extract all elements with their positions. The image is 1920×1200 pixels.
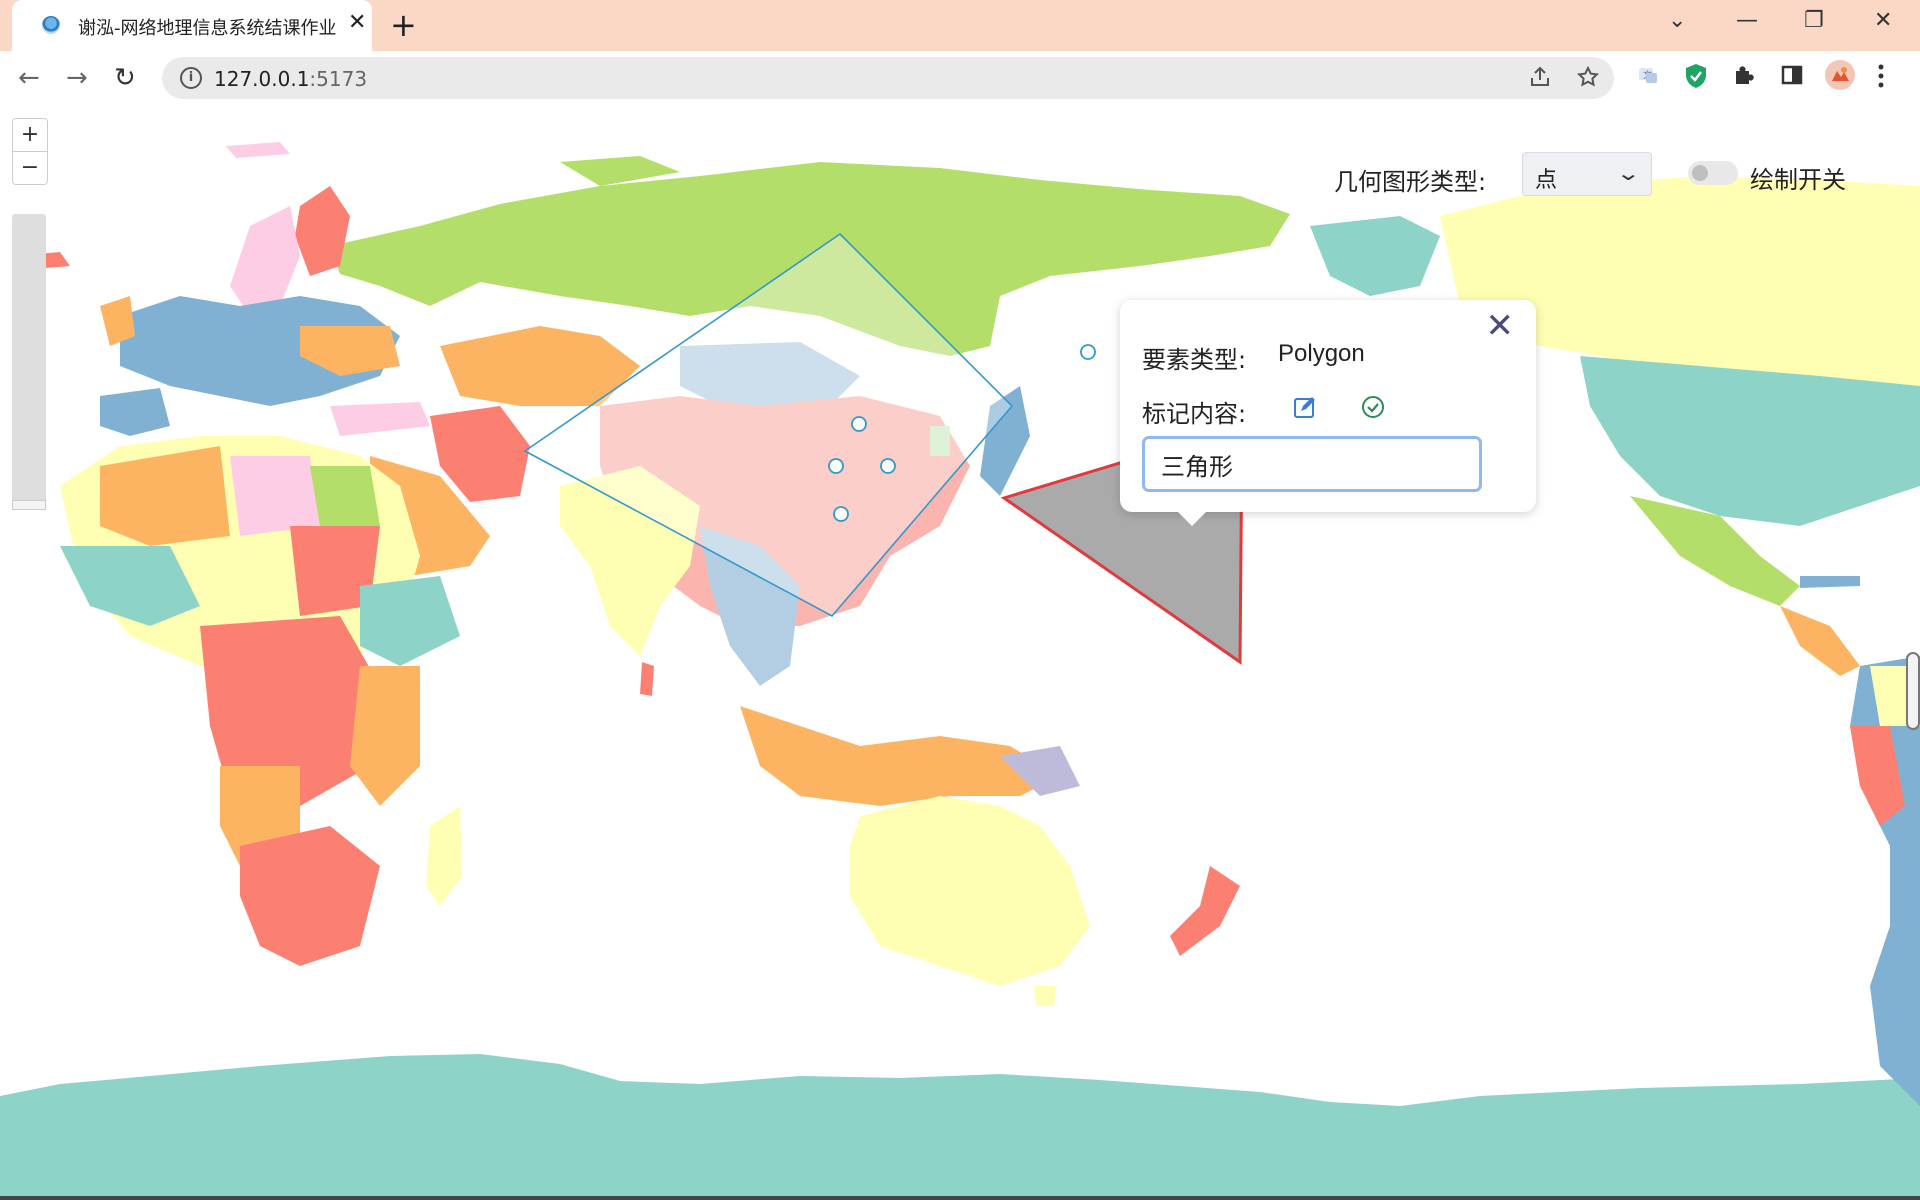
new-tab-button[interactable]: +: [390, 7, 417, 43]
drawn-point-feature: [833, 506, 849, 522]
cuba: [1800, 576, 1860, 588]
geometry-type-select[interactable]: 点 ⌄: [1522, 152, 1652, 196]
close-window-button[interactable]: ✕: [1874, 8, 1892, 33]
zoom-out-button[interactable]: −: [13, 152, 47, 184]
minimize-button[interactable]: —: [1736, 8, 1758, 33]
geometry-type-value: 点: [1535, 168, 1558, 193]
window-bottom-border: [0, 1196, 1920, 1200]
tab-search-icon[interactable]: ⌄: [1668, 8, 1686, 33]
browser-toolbar: ← → ↻ i 127.0.0.1:5173 文: [0, 51, 1920, 107]
browser-tab[interactable]: 谢泓-网络地理信息系统结课作业 ✕: [12, 0, 372, 51]
url-text[interactable]: 127.0.0.1:5173: [214, 67, 367, 91]
back-button[interactable]: ←: [18, 63, 40, 93]
feature-type-label: 要素类型:: [1142, 346, 1247, 374]
australia: [850, 796, 1090, 986]
geometry-type-label: 几何图形类型:: [1334, 168, 1487, 196]
share-icon[interactable]: [1528, 65, 1552, 95]
zoom-control: + −: [12, 118, 48, 185]
close-icon[interactable]: ✕: [1486, 306, 1515, 346]
reload-button[interactable]: ↻: [114, 63, 136, 93]
tab-title: 谢泓-网络地理信息系统结课作业: [78, 18, 337, 39]
translate-extension-icon[interactable]: 文: [1636, 63, 1660, 91]
confirm-check-icon[interactable]: [1360, 394, 1386, 424]
feature-popup: ✕ 要素类型: Polygon 标记内容:: [1120, 300, 1536, 526]
drawn-point-feature: [828, 458, 844, 474]
draw-toggle[interactable]: [1688, 161, 1738, 185]
draw-toggle-knob: [1692, 165, 1708, 181]
site-info-icon[interactable]: i: [180, 67, 202, 89]
puzzle-extension-icon[interactable]: [1732, 63, 1756, 91]
tasmania: [1034, 986, 1056, 1006]
sidepanel-icon[interactable]: [1780, 63, 1804, 91]
feature-type-value: Polygon: [1278, 340, 1365, 367]
map-viewport[interactable]: + − 几何图形类型: 点 ⌄ 绘制开关 ✕ 要素类型: Polygon 标记内…: [0, 106, 1920, 1200]
chevron-down-icon: ⌄: [1616, 161, 1642, 185]
madagascar: [426, 806, 462, 906]
tab-strip: 谢泓-网络地理信息系统结课作业 ✕ + ⌄ — ❐ ✕: [0, 0, 1920, 51]
alaska: [1310, 216, 1440, 296]
turkey: [330, 402, 430, 436]
address-bar[interactable]: i 127.0.0.1:5173: [162, 57, 1614, 99]
draw-switch-label: 绘制开关: [1750, 166, 1846, 194]
drawn-point-feature: [880, 458, 896, 474]
drawn-point-feature: [851, 416, 867, 432]
libya: [230, 456, 320, 536]
antarctica: [0, 1054, 1920, 1200]
east-africa: [350, 666, 420, 806]
new-zealand: [1170, 866, 1240, 956]
zoom-slider-thumb[interactable]: [12, 500, 46, 510]
ethiopia: [360, 576, 460, 666]
southern-africa: [240, 826, 380, 966]
srilanka: [640, 662, 654, 696]
egypt: [310, 466, 380, 526]
world-map[interactable]: [0, 106, 1920, 1200]
star-icon[interactable]: [1576, 65, 1600, 95]
svalbard: [226, 142, 290, 158]
shield-extension-icon[interactable]: [1684, 63, 1708, 93]
forward-button[interactable]: →: [66, 63, 88, 93]
edit-icon[interactable]: [1292, 394, 1318, 424]
zoom-in-button[interactable]: +: [13, 119, 47, 152]
iberia: [100, 388, 170, 436]
map-scroll-handle[interactable]: [1906, 652, 1920, 730]
tab-close-icon[interactable]: ✕: [348, 10, 366, 35]
central-america: [1780, 606, 1860, 676]
menu-icon[interactable]: [1876, 61, 1886, 95]
globe-favicon-icon: [42, 16, 60, 34]
usa: [1580, 356, 1920, 526]
zoom-slider[interactable]: [12, 214, 46, 510]
profile-avatar[interactable]: [1824, 59, 1856, 95]
mark-content-label: 标记内容:: [1142, 400, 1247, 428]
restore-button[interactable]: ❐: [1804, 8, 1824, 33]
drawn-point-feature: [1080, 344, 1096, 360]
mark-content-input[interactable]: [1142, 436, 1482, 492]
